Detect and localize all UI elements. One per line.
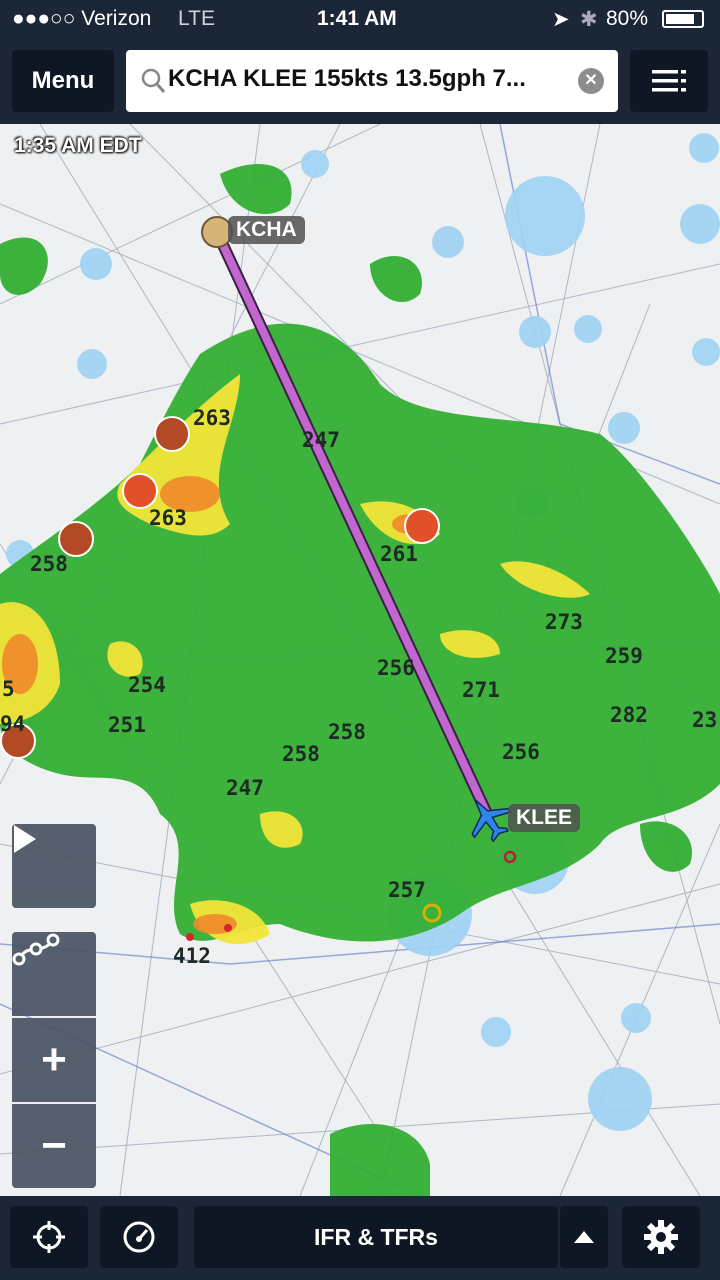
echo-top-label: 251: [108, 713, 146, 737]
battery-percent: 80%: [606, 7, 649, 30]
echo-top-label: 254: [128, 673, 166, 697]
radar-timestamp: 1:35 AM EDT: [14, 134, 142, 157]
gear-icon: [644, 1220, 678, 1254]
echo-top-label: 256: [502, 740, 540, 764]
caret-up-icon: [574, 1231, 594, 1243]
echo-top-label: 256: [377, 656, 415, 680]
battery-icon: [662, 10, 704, 28]
crosshair-icon: [33, 1221, 65, 1253]
location-arrow-icon: ➤: [552, 8, 570, 31]
echo-top-label: 259: [605, 644, 643, 668]
echo-top-label: 5: [2, 677, 15, 701]
play-icon: [14, 825, 36, 853]
search-icon: [141, 68, 166, 93]
echo-top-label: 412: [173, 944, 211, 968]
origin-airport-label[interactable]: KCHA: [228, 216, 305, 244]
echo-top-label: 258: [282, 742, 320, 766]
echo-top-label: 247: [302, 428, 340, 452]
close-icon[interactable]: ✕: [578, 68, 604, 94]
locate-button[interactable]: [10, 1206, 88, 1268]
bluetooth-icon: ✱: [580, 8, 598, 31]
list-button[interactable]: [630, 50, 708, 112]
menu-button[interactable]: Menu: [12, 50, 114, 112]
map-layer-button[interactable]: IFR & TFRs: [194, 1206, 558, 1268]
echo-top-label: 257: [388, 878, 426, 902]
network-type: LTE: [178, 7, 215, 30]
echo-top-label: 94: [0, 712, 26, 736]
route-button[interactable]: [12, 932, 96, 1016]
layer-expand-button[interactable]: [560, 1206, 608, 1268]
echo-top-label: 263: [193, 406, 231, 430]
clock: 1:41 AM: [317, 7, 397, 30]
carrier-signal: ●●●○○ Verizon: [12, 7, 152, 30]
list-icon: [652, 70, 686, 92]
echo-top-label: 261: [380, 542, 418, 566]
echo-top-label: 271: [462, 678, 500, 702]
echo-top-label: 247: [226, 776, 264, 800]
settings-button[interactable]: [622, 1206, 700, 1268]
zoom-out-button[interactable]: −: [12, 1104, 96, 1188]
top-bar: Menu KCHA KLEE 155kts 13.5gph 7... ✕: [0, 40, 720, 124]
route-icon: [12, 933, 60, 966]
destination-airport-label[interactable]: KLEE: [508, 804, 581, 832]
echo-top-label: 273: [545, 610, 583, 634]
gauge-icon: [123, 1221, 155, 1253]
search-input[interactable]: KCHA KLEE 155kts 13.5gph 7...: [168, 65, 568, 93]
echo-top-label: 258: [30, 552, 68, 576]
instruments-button[interactable]: [100, 1206, 178, 1268]
bottom-bar: IFR & TFRs: [0, 1196, 720, 1280]
echo-top-label: 258: [328, 720, 366, 744]
echo-top-label: 263: [149, 506, 187, 530]
search-field[interactable]: KCHA KLEE 155kts 13.5gph 7... ✕: [126, 50, 618, 112]
echo-top-label: 282: [610, 703, 648, 727]
play-animation-button[interactable]: [12, 824, 96, 908]
map-view[interactable]: 1:35 AM EDT KCHA KLEE 263 247 263 261 25…: [0, 124, 720, 1196]
zoom-in-button[interactable]: +: [12, 1018, 96, 1102]
status-bar: ●●●○○ Verizon LTE 1:41 AM ➤ ✱ 80%: [0, 0, 720, 40]
echo-top-label: 23: [692, 708, 718, 732]
